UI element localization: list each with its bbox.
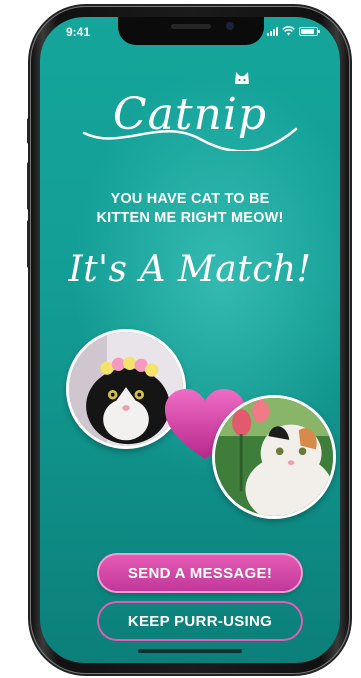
status-time: 9:41 [66,25,91,39]
notch [118,17,264,45]
status-icons [267,26,320,36]
signal-icon [267,27,278,36]
home-indicator[interactable] [138,649,242,653]
brand-logo: Catnip [40,71,340,151]
keep-browsing-button[interactable]: KEEP PURR-USING [97,601,303,641]
front-camera [226,22,234,30]
device-mockup: 9:41 Catnip YOU HAVE CAT TO BE KITTEN ME… [0,0,361,678]
match-title: It's A Match! [68,249,312,290]
battery-icon [299,27,320,36]
tagline-line-2: KITTEN ME RIGHT MEOW! [96,210,284,226]
cat-head-icon [235,72,249,84]
tagline-line-1: YOU HAVE CAT TO BE [110,191,270,207]
wifi-icon [282,26,295,36]
earpiece-speaker [171,24,211,29]
send-message-button[interactable]: SEND A MESSAGE! [97,553,303,593]
logo-swash [82,127,298,151]
cat-photo-calico-tulips [212,395,336,519]
tagline: YOU HAVE CAT TO BE KITTEN ME RIGHT MEOW! [40,190,340,228]
app-screen: 9:41 Catnip YOU HAVE CAT TO BE KITTEN ME… [40,17,340,663]
